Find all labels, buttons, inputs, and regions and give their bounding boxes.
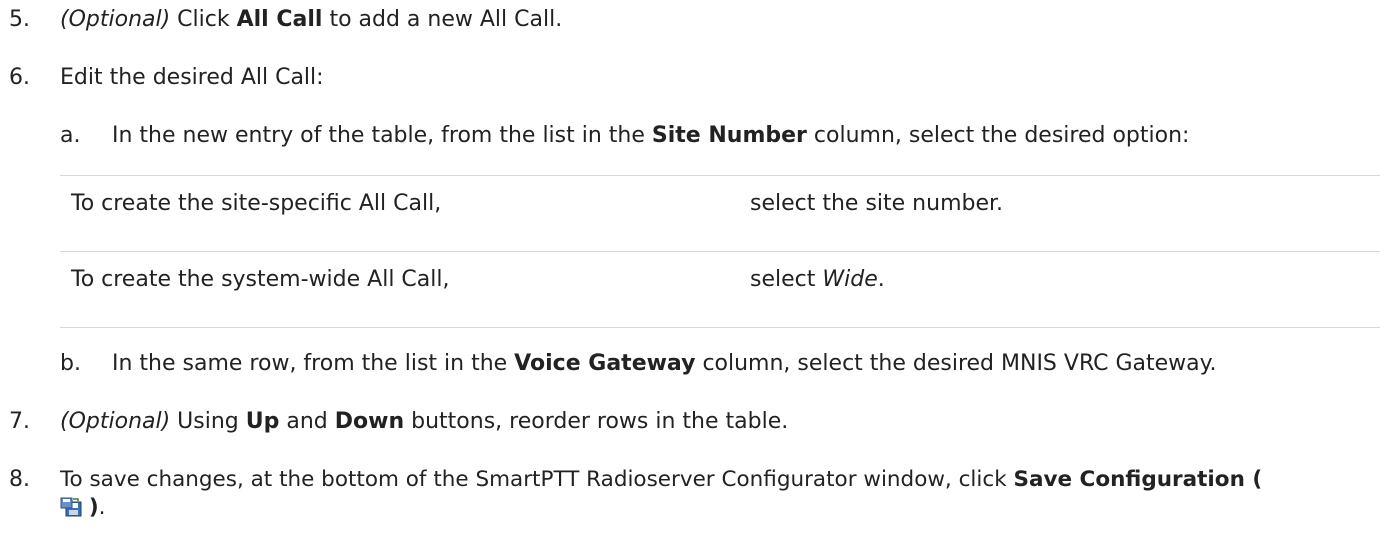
ui-term: Site Number bbox=[651, 123, 807, 148]
table-cell-action: select the site number. bbox=[750, 191, 1004, 216]
step-text: (Optional) Click All Call to add a new A… bbox=[60, 7, 563, 32]
optional-label: (Optional) bbox=[60, 409, 171, 434]
step-text: To save changes, at the bottom of the Sm… bbox=[60, 467, 1263, 520]
table-cell-action: select Wide. bbox=[750, 267, 885, 292]
option-value: Wide bbox=[822, 267, 878, 292]
step-text: Edit the desired All Call: bbox=[60, 65, 324, 90]
save-configuration-icon bbox=[60, 497, 82, 517]
substep-text: In the same row, from the list in the Vo… bbox=[112, 351, 1217, 376]
substep-letter: b. bbox=[60, 351, 81, 376]
step-number: 7. bbox=[9, 409, 30, 434]
table-rule-middle bbox=[60, 251, 1380, 252]
ui-term: Save Configuration ( bbox=[1013, 467, 1263, 492]
step-number: 8. bbox=[9, 467, 30, 492]
table-rule-bottom bbox=[60, 327, 1380, 328]
optional-label: (Optional) bbox=[60, 7, 171, 32]
ui-term: Up bbox=[245, 409, 280, 434]
ui-term: All Call bbox=[236, 7, 323, 32]
step-text: (Optional) Using Up and Down buttons, re… bbox=[60, 409, 789, 434]
table-cell-condition: To create the site-specific All Call, bbox=[71, 191, 442, 216]
substep-letter: a. bbox=[60, 123, 81, 148]
substep-text: In the new entry of the table, from the … bbox=[112, 123, 1190, 148]
table-rule-top bbox=[60, 175, 1380, 176]
ui-term: Down bbox=[334, 409, 405, 434]
ui-term: Voice Gateway bbox=[514, 351, 696, 376]
table-cell-condition: To create the system-wide All Call, bbox=[71, 267, 450, 292]
step-number: 6. bbox=[9, 65, 30, 90]
step-number: 5. bbox=[9, 7, 30, 32]
